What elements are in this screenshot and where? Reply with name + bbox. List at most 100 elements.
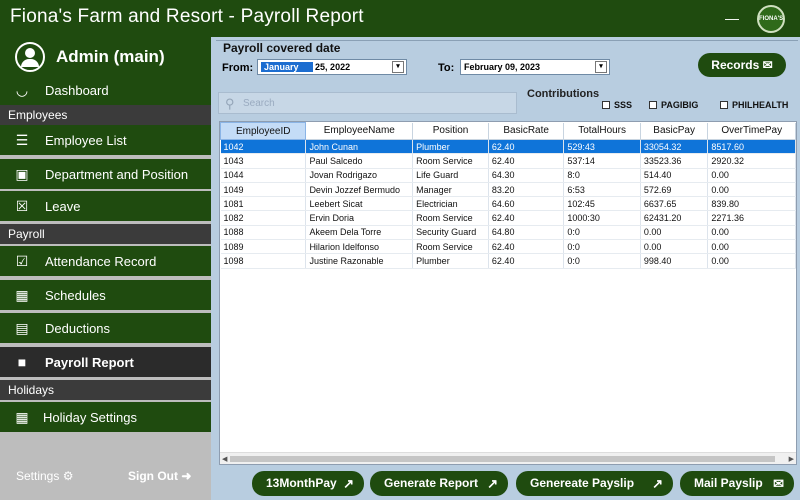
column-header[interactable]: Position	[412, 122, 489, 140]
from-label: From:	[222, 62, 254, 74]
contributions-panel: Contributions SSS PAGIBIG PHILHEALTH	[520, 88, 800, 112]
department-icon: ▣	[15, 166, 29, 182]
report-icon: ■	[17, 354, 27, 370]
table-cell: 529:43	[563, 139, 641, 155]
column-header[interactable]: EmployeeName	[305, 122, 414, 140]
table-cell: 1044	[220, 168, 307, 183]
table-row[interactable]: 1088 Akeem Dela Torre Security Guard 64.80 0…	[220, 225, 796, 241]
table-cell: 64.30	[488, 168, 565, 183]
mail-icon: ✉	[773, 476, 784, 491]
table-cell: 514.40	[640, 168, 709, 183]
table-cell: 1089	[220, 239, 307, 255]
table-cell: 998.40	[640, 253, 709, 269]
table-cell: 33054.32	[640, 139, 709, 155]
table-cell: 839.80	[707, 196, 796, 212]
table-row[interactable]: 1044 Jovan Rodrigazo Life Guard 64.30 8:0 514…	[220, 168, 796, 183]
holiday-calendar-icon: ▦	[15, 409, 29, 425]
nav-employee-list[interactable]: ☰ Employee List	[0, 125, 211, 155]
nav-schedules[interactable]: ▦ Schedules	[0, 280, 211, 310]
to-date-picker[interactable]: February 09, 2023 ▾	[460, 59, 610, 75]
table-cell: Room Service	[412, 153, 489, 169]
table-cell: 1081	[220, 196, 307, 212]
table-cell: Ervin Doria	[305, 210, 414, 226]
date-heading: Payroll covered date	[223, 41, 341, 55]
table-row[interactable]: 1042 John Cunan Plumber 62.40 529:43 33054.32…	[220, 139, 796, 155]
nav-leave[interactable]: ☒ Leave	[0, 191, 211, 221]
calendar-dropdown-icon[interactable]: ▾	[595, 61, 607, 73]
search-input[interactable]: ⚲ Search	[218, 92, 517, 114]
table-cell: 0.00	[707, 253, 796, 269]
philhealth-checkbox[interactable]: PHILHEALTH	[720, 100, 788, 110]
nav-deductions[interactable]: ▤ Deductions	[0, 313, 211, 343]
nav-department-position[interactable]: ▣ Department and Position	[0, 159, 211, 189]
nav-payroll-report[interactable]: ■ Payroll Report	[0, 347, 211, 377]
generate-report-button[interactable]: Generate Report ↗	[370, 471, 508, 496]
column-header[interactable]: OverTimePay	[707, 122, 796, 140]
scroll-thumb[interactable]	[230, 456, 775, 462]
table-cell: 62.40	[488, 239, 565, 255]
nav-holiday-settings[interactable]: ▦ Holiday Settings	[0, 402, 211, 432]
table-cell: 2271.36	[707, 210, 796, 226]
sign-out-link[interactable]: Sign Out ➜	[128, 469, 191, 483]
section-employees: Employees	[0, 105, 211, 125]
table-cell: 0:0	[563, 225, 641, 241]
table-row[interactable]: 1098 Justine Razonable Plumber 62.40 0:0 998.…	[220, 253, 796, 269]
generate-payslip-button[interactable]: Genereate Payslip ↗	[516, 471, 673, 496]
table-cell: 62431.20	[640, 210, 709, 226]
table-cell: 1049	[220, 182, 307, 198]
13-month-pay-button[interactable]: 13MonthPay ↗	[252, 471, 364, 496]
export-icon: ↗	[487, 476, 498, 491]
table-cell: 0.00	[707, 168, 796, 183]
table-cell: Justine Razonable	[305, 253, 414, 269]
scroll-left-icon[interactable]: ◀	[222, 455, 227, 463]
from-date-picker[interactable]: January 25, 2022 ▾	[257, 59, 407, 75]
table-row[interactable]: 1043 Paul Salcedo Room Service 62.40 537:14 3…	[220, 153, 796, 169]
minimize-icon[interactable]: —	[722, 8, 742, 28]
table-row[interactable]: 1049 Devin Jozzef Bermudo Manager 83.20 6:53…	[220, 182, 796, 198]
table-cell: 62.40	[488, 153, 565, 169]
table-row[interactable]: 1089 Hilarion Idelfonso Room Service 62.40 0…	[220, 239, 796, 255]
table-cell: 62.40	[488, 253, 565, 269]
title-bar: Fiona's Farm and Resort - Payroll Report…	[0, 0, 800, 37]
table-cell: Plumber	[412, 139, 489, 155]
table-cell: 33523.36	[640, 153, 709, 169]
table-cell: 0.00	[640, 239, 709, 255]
table-header-row: EmployeeID EmployeeName Position BasicRa…	[220, 122, 796, 140]
column-header[interactable]: EmployeeID	[220, 122, 307, 140]
window-title: Fiona's Farm and Resort - Payroll Report	[10, 6, 364, 27]
pagibig-checkbox[interactable]: PAGIBIG	[649, 100, 698, 110]
records-button[interactable]: Records ✉	[698, 53, 786, 77]
column-header[interactable]: TotalHours	[563, 122, 641, 140]
table-cell: Paul Salcedo	[305, 153, 414, 169]
table-cell: 1043	[220, 153, 307, 169]
table-cell: Manager	[412, 182, 489, 198]
table-cell: 1098	[220, 253, 307, 269]
table-cell: Life Guard	[412, 168, 489, 183]
table-cell: 1042	[220, 139, 307, 155]
payroll-table[interactable]: EmployeeID EmployeeName Position BasicRa…	[219, 121, 797, 465]
calendar-dropdown-icon[interactable]: ▾	[392, 61, 404, 73]
scroll-right-icon[interactable]: ▶	[789, 455, 794, 463]
table-cell: Devin Jozzef Bermudo	[305, 182, 414, 198]
user-name: Admin (main)	[56, 47, 165, 66]
table-cell: 0.00	[707, 225, 796, 241]
settings-link[interactable]: Settings ⚙	[16, 469, 73, 483]
table-cell: 8:0	[563, 168, 641, 183]
column-header[interactable]: BasicPay	[640, 122, 709, 140]
export-icon: ↗	[652, 476, 663, 491]
table-cell: Hilarion Idelfonso	[305, 239, 414, 255]
gear-icon: ⚙	[62, 469, 74, 483]
nav-attendance-record[interactable]: ☑ Attendance Record	[0, 246, 211, 276]
to-date-value: February 09, 2023	[464, 62, 541, 72]
user-avatar-icon	[15, 42, 45, 72]
sss-checkbox[interactable]: SSS	[602, 100, 632, 110]
table-row[interactable]: 1082 Ervin Doria Room Service 62.40 1000:30 6…	[220, 210, 796, 226]
nav-dashboard[interactable]: ◡ Dashboard	[0, 75, 211, 105]
table-row[interactable]: 1081 Leebert Sicat Electrician 64.60 102:45 6…	[220, 196, 796, 212]
horizontal-scrollbar[interactable]: ◀ ▶	[220, 452, 796, 464]
table-cell: 537:14	[563, 153, 641, 169]
mail-payslip-button[interactable]: Mail Payslip ✉	[680, 471, 794, 496]
table-cell: 8517.60	[707, 139, 796, 155]
column-header[interactable]: BasicRate	[488, 122, 565, 140]
table-cell: 0.00	[707, 182, 796, 198]
